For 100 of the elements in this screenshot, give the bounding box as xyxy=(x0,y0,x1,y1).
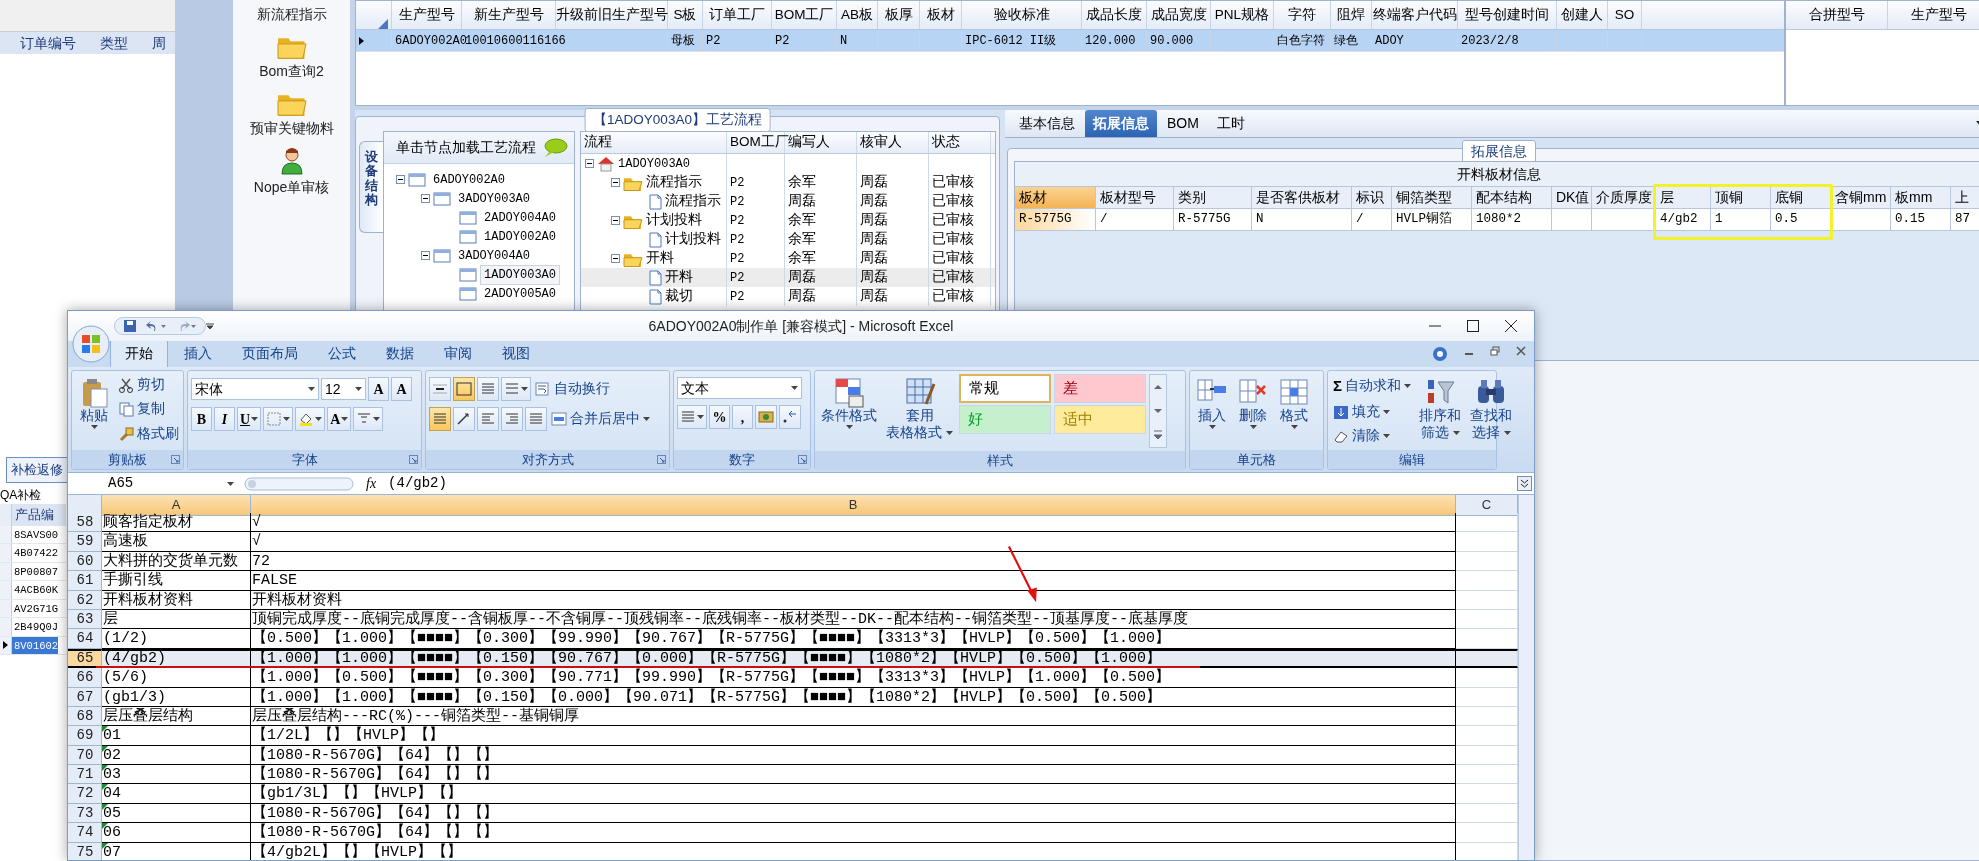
action-button[interactable]: 补检返修 xyxy=(6,457,68,483)
column-header[interactable]: 成品宽度 xyxy=(1147,1,1211,29)
ribbon-button[interactable]: 删除 xyxy=(1234,374,1272,431)
ribbon-tab[interactable]: 公式 xyxy=(314,340,370,367)
column-header[interactable]: 板材型号 xyxy=(1096,187,1174,209)
column-header[interactable]: 终端客户代码 xyxy=(1372,1,1458,29)
ribbon-tab[interactable]: 数据 xyxy=(372,340,428,367)
collapse-icon[interactable] xyxy=(396,175,405,184)
tree-row[interactable]: 计划投料 P2 余军 周磊 已审核 xyxy=(581,211,995,230)
list-item[interactable]: 4B07422 xyxy=(12,544,59,562)
list-item[interactable]: 2B49Q0J xyxy=(12,618,59,636)
tree-item[interactable]: 3ADOY003A0 xyxy=(454,188,534,209)
column-header[interactable]: 板材 xyxy=(1015,187,1096,209)
insert-function-button[interactable]: fx xyxy=(360,473,383,494)
ribbon-tab[interactable]: 视图 xyxy=(488,340,544,367)
tree-row[interactable]: 流程指示 P2 周磊 周磊 已审核 xyxy=(581,192,995,211)
zoom-slider-icon[interactable] xyxy=(244,475,354,492)
row-header[interactable]: 58 xyxy=(68,513,102,533)
row-header[interactable]: 66 xyxy=(68,668,102,688)
toolbar-button[interactable] xyxy=(295,407,326,431)
tree-row[interactable]: 1ADOY003A0 xyxy=(581,154,995,173)
dropdown-field[interactable]: 宋体 xyxy=(191,378,319,400)
column-header[interactable]: 含铜mm xyxy=(1831,187,1891,209)
collapse-icon[interactable] xyxy=(611,254,620,263)
help-icon[interactable] xyxy=(1432,346,1448,362)
column-header[interactable]: 验收标准 xyxy=(962,1,1082,29)
column-header[interactable]: 核审人 xyxy=(857,132,929,153)
column-header[interactable]: BOM工厂 xyxy=(772,1,837,29)
tree-row[interactable]: 流程指示 P2 余军 周磊 已审核 xyxy=(581,173,995,192)
row-header[interactable]: 69 xyxy=(68,726,102,746)
column-header[interactable]: 字符 xyxy=(1274,1,1331,29)
ribbon-button[interactable]: 格式刷 xyxy=(116,422,181,445)
tab[interactable]: BOM xyxy=(1159,110,1207,137)
column-header[interactable]: 顶铜 xyxy=(1711,187,1771,209)
column-header[interactable]: 板材 xyxy=(920,1,962,29)
tree-item[interactable]: 6ADOY002A0 xyxy=(429,169,509,190)
tree-row[interactable]: 开料 P2 周磊 周磊 已审核 xyxy=(581,268,995,287)
ribbon-button[interactable]: 粘贴 xyxy=(75,374,113,431)
column-header[interactable]: 升级前旧生产型号 xyxy=(556,1,668,29)
launcher-item[interactable]: Bom查询2 xyxy=(259,61,324,82)
dropdown-field[interactable]: 文本 xyxy=(677,377,802,399)
close-icon[interactable] xyxy=(1504,319,1518,333)
column-header[interactable]: AB板 xyxy=(837,1,878,29)
row-header[interactable]: 62 xyxy=(68,590,102,610)
cell-style[interactable]: 差 xyxy=(1054,374,1146,403)
row-header[interactable]: 60 xyxy=(68,551,102,572)
column-header[interactable]: 状态 xyxy=(929,132,991,153)
tree-row[interactable]: 计划投料 P2 余军 周磊 已审核 xyxy=(581,230,995,249)
ribbon-button[interactable]: 插入 xyxy=(1193,374,1231,431)
tab[interactable]: 工时 xyxy=(1208,110,1253,137)
column-header[interactable]: 铜箔类型 xyxy=(1392,187,1472,209)
column-header[interactable]: 标识 xyxy=(1352,187,1392,209)
column-header[interactable]: 板mm xyxy=(1891,187,1951,209)
tree-item[interactable]: 2ADOY004A0 xyxy=(480,207,560,228)
column-header[interactable]: DK值 xyxy=(1552,187,1592,209)
column-header[interactable]: 层 xyxy=(1656,187,1711,209)
ribbon-button[interactable]: 查找和 选择 xyxy=(1467,374,1515,444)
side-tab[interactable]: 设备结构 xyxy=(359,141,383,233)
column-header[interactable]: 生产型号 xyxy=(1888,1,1979,29)
launcher-item[interactable]: 预审关键物料 xyxy=(249,118,334,139)
collapse-icon[interactable] xyxy=(421,194,430,203)
list-item[interactable]: AV2G71G xyxy=(12,599,59,617)
tree-item[interactable]: 2ADOY005A0 xyxy=(480,283,560,304)
column-header[interactable]: 生产型号 xyxy=(392,1,462,29)
ribbon-tab[interactable]: 页面布局 xyxy=(228,340,312,367)
row-header[interactable]: 74 xyxy=(68,823,102,843)
tree-item[interactable]: 3ADOY004A0 xyxy=(454,245,534,266)
column-header[interactable]: 新生产型号 xyxy=(462,1,556,29)
maximize-icon[interactable] xyxy=(1466,319,1480,333)
tab[interactable]: 基本信息 xyxy=(1011,110,1083,137)
row-header[interactable]: 71 xyxy=(68,765,102,785)
row-header[interactable]: 61 xyxy=(68,571,102,591)
column-header[interactable]: 介质厚度 xyxy=(1592,187,1656,209)
tab[interactable]: 拓展信息 xyxy=(1085,110,1157,137)
undo-icon[interactable] xyxy=(145,319,167,333)
launcher-item[interactable]: Nope单审核 xyxy=(253,177,330,198)
collapse-icon[interactable] xyxy=(421,251,430,260)
ribbon-button[interactable]: 清除 xyxy=(1331,424,1413,447)
column-header[interactable]: 板厚 xyxy=(878,1,920,29)
toolbar-button[interactable]: I xyxy=(214,407,235,431)
tree-item[interactable]: 1ADOY002A0 xyxy=(480,226,560,247)
restore-icon[interactable] xyxy=(1490,346,1500,356)
save-icon[interactable] xyxy=(123,319,137,333)
column-header[interactable]: 成品长度 xyxy=(1082,1,1147,29)
dropdown-field[interactable]: 12 xyxy=(321,378,366,400)
ribbon-button[interactable]: 套用 表格格式 xyxy=(883,374,956,444)
list-item[interactable]: 4ACB60K xyxy=(12,581,59,599)
ribbon-button[interactable]: 合并后居中 xyxy=(549,407,652,431)
name-box[interactable]: A65 xyxy=(68,473,238,494)
customize-icon[interactable] xyxy=(206,322,214,330)
row-header[interactable]: 70 xyxy=(68,745,102,766)
ribbon-button[interactable]: 复制 xyxy=(116,398,181,421)
dialog-launcher-icon[interactable] xyxy=(798,455,807,464)
row-header[interactable]: 59 xyxy=(68,532,102,552)
list-item[interactable]: 8P00807 xyxy=(12,562,59,580)
dialog-launcher-icon[interactable] xyxy=(171,455,180,464)
launcher-item[interactable]: 新流程指示 xyxy=(256,4,327,25)
column-header[interactable]: 上 xyxy=(1951,187,1979,209)
column-header[interactable]: C xyxy=(1456,495,1518,516)
column-header[interactable]: 流程 xyxy=(581,132,727,153)
